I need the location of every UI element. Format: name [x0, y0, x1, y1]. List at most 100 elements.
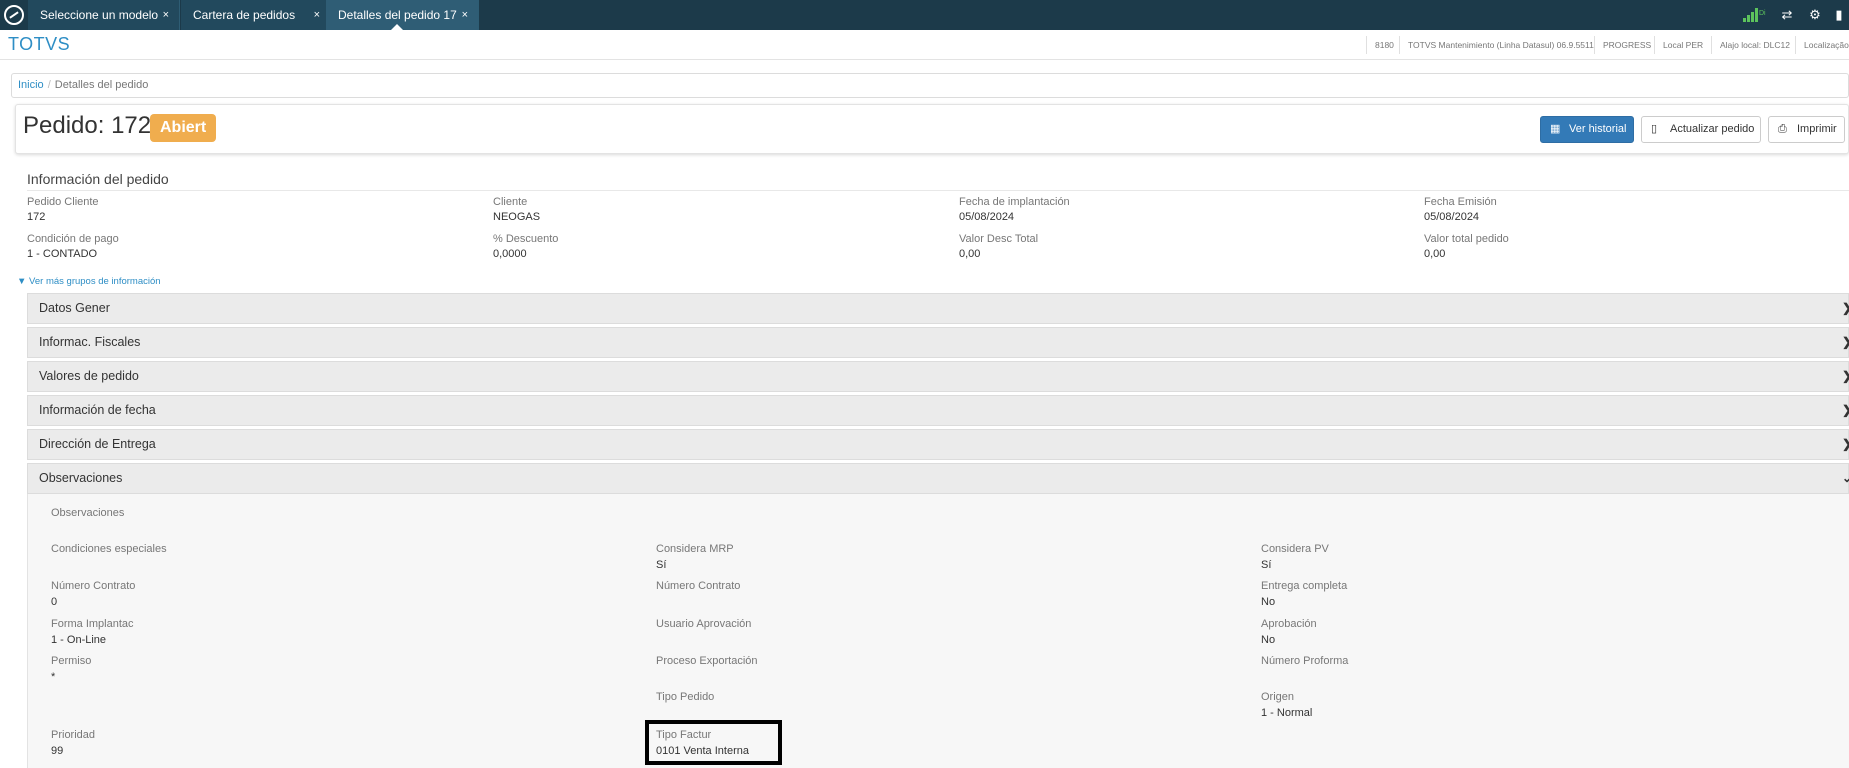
- signal-icon: Di: [1743, 8, 1767, 22]
- status-badge: Abiert: [150, 114, 217, 142]
- field-value: *: [51, 671, 56, 683]
- field-value: 0,00: [1424, 248, 1446, 260]
- chevron-right-icon: ❯: [1842, 430, 1849, 459]
- field-value: 0: [51, 596, 58, 608]
- field-label: Cliente: [493, 196, 528, 208]
- ver-historial-button[interactable]: ▦ Ver historial: [1540, 116, 1634, 143]
- sysinfo-localizacao: Localização: [1795, 36, 1849, 54]
- shuffle-icon[interactable]: ⇄: [1773, 0, 1801, 30]
- field-label: Condiciones especiales: [51, 543, 167, 555]
- sysinfo-local: Local PER: [1654, 36, 1711, 54]
- field-value: No: [1261, 634, 1276, 646]
- actualizar-pedido-button[interactable]: ▯ Actualizar pedido: [1641, 116, 1761, 143]
- field-label: Número Contrato: [656, 580, 741, 592]
- field-label: Usuario Aprovación: [656, 618, 752, 630]
- chevron-right-icon: ❯: [1842, 294, 1849, 323]
- accordion-informac-fiscales[interactable]: Informac. Fiscales ❯: [27, 327, 1849, 358]
- chevron-down-icon: ⌄: [1841, 471, 1849, 485]
- breadcrumb-home-link[interactable]: Inicio: [18, 79, 44, 91]
- accordion-label: Datos Gener: [39, 301, 110, 315]
- accordion-datos-generales[interactable]: Datos Gener ❯: [27, 293, 1849, 324]
- highlight-box: [645, 720, 782, 765]
- accordion-label: Informac. Fiscales: [39, 335, 141, 349]
- file-icon: ▯: [1651, 123, 1658, 135]
- info-section-title: Información del pedido: [27, 171, 169, 187]
- chevron-right-icon: ❯: [1842, 362, 1849, 391]
- caret-down-icon: ▼: [17, 276, 27, 287]
- tab-detalles-pedido[interactable]: Detalles del pedido 17 ×: [326, 0, 479, 30]
- field-value: Sí: [656, 559, 667, 571]
- field-value: 05/08/2024: [1424, 211, 1480, 223]
- observaciones-panel: [27, 494, 1849, 768]
- field-label: Forma Implantac: [51, 618, 134, 630]
- close-icon[interactable]: ×: [163, 0, 169, 30]
- field-label: Fecha Emisión: [1424, 196, 1497, 208]
- field-label: Número Proforma: [1261, 655, 1349, 667]
- button-label: Ver historial: [1569, 123, 1627, 135]
- accordion-observaciones[interactable]: Observaciones ⌄: [27, 463, 1849, 494]
- tab-cartera-pedidos[interactable]: Cartera de pedidos ×: [181, 0, 331, 30]
- breadcrumb: Inicio / Detalles del pedido: [11, 73, 1849, 98]
- sysinfo-port: 8180: [1366, 36, 1402, 54]
- imprimir-button[interactable]: ⎙ Imprimir: [1768, 116, 1845, 143]
- signal-label: Di: [1759, 10, 1766, 17]
- field-label: Número Contrato: [51, 580, 136, 592]
- accordion-label: Dirección de Entrega: [39, 437, 156, 451]
- brand-logo: TOTVS: [8, 34, 71, 54]
- accordion-label: Información de fecha: [39, 403, 156, 417]
- tab-label: Cartera de pedidos: [193, 8, 296, 22]
- accordion-valores-pedido[interactable]: Valores de pedido ❯: [27, 361, 1849, 392]
- field-value: 99: [51, 745, 64, 757]
- field-label: Tipo Pedido: [656, 691, 715, 703]
- field-value: 0,00: [959, 248, 981, 260]
- page-title: Pedido: 172: [23, 112, 152, 139]
- breadcrumb-current: Detalles del pedido: [54, 79, 149, 91]
- field-value: 1 - On-Line: [51, 634, 107, 646]
- accordion-label: Observaciones: [39, 471, 123, 485]
- app-menu-icon[interactable]: [4, 5, 24, 25]
- more-groups-toggle[interactable]: ▼ Ver más grupos de información: [17, 276, 161, 287]
- field-value: 1 - CONTADO: [27, 248, 98, 260]
- tab-label: Seleccione un modelo: [40, 8, 159, 22]
- sysinfo-db: PROGRESS: [1594, 36, 1659, 54]
- chevron-right-icon: ❯: [1842, 396, 1849, 425]
- field-label: Proceso Exportación: [656, 655, 758, 667]
- field-value: 172: [27, 211, 46, 223]
- field-label: Valor total pedido: [1424, 233, 1509, 245]
- document-icon[interactable]: ▮: [1825, 0, 1849, 30]
- field-label: Considera MRP: [656, 543, 734, 555]
- accordion-label: Valores de pedido: [39, 369, 139, 383]
- calendar-icon: ▦: [1550, 123, 1561, 135]
- more-groups-label: Ver más grupos de información: [29, 276, 161, 287]
- accordion-direccion-entrega[interactable]: Dirección de Entrega ❯: [27, 429, 1849, 460]
- field-value: No: [1261, 596, 1276, 608]
- field-label: Origen: [1261, 691, 1295, 703]
- sysinfo-product: TOTVS Mantenimiento (Linha Datasul) 06.9…: [1399, 36, 1602, 54]
- close-icon[interactable]: ×: [314, 0, 320, 30]
- field-label: Permiso: [51, 655, 92, 667]
- field-value: 05/08/2024: [959, 211, 1015, 223]
- chevron-right-icon: ❯: [1842, 328, 1849, 357]
- field-label: Pedido Cliente: [27, 196, 99, 208]
- field-label: Prioridad: [51, 729, 96, 741]
- button-label: Imprimir: [1797, 123, 1837, 135]
- divider: [27, 190, 1849, 191]
- field-label: Valor Desc Total: [959, 233, 1039, 245]
- field-value: NEOGAS: [493, 211, 541, 223]
- field-value: 0,0000: [493, 248, 527, 260]
- field-value: Sí: [1261, 559, 1272, 571]
- tab-label: Detalles del pedido 17: [338, 8, 457, 22]
- field-label: Observaciones: [51, 507, 125, 519]
- field-label: Considera PV: [1261, 543, 1329, 555]
- tab-seleccione-modelo[interactable]: Seleccione un modelo ×: [28, 0, 180, 30]
- accordion-informacion-fecha[interactable]: Información de fecha ❯: [27, 395, 1849, 426]
- field-value: 1 - Normal: [1261, 707, 1313, 719]
- field-label: Fecha de implantación: [959, 196, 1070, 208]
- button-label: Actualizar pedido: [1670, 123, 1755, 135]
- field-label: Entrega completa: [1261, 580, 1348, 592]
- close-icon[interactable]: ×: [462, 0, 468, 30]
- field-label: Aprobación: [1261, 618, 1317, 630]
- field-label: % Descuento: [493, 233, 559, 245]
- field-label: Condición de pago: [27, 233, 119, 245]
- printer-icon: ⎙: [1778, 123, 1787, 135]
